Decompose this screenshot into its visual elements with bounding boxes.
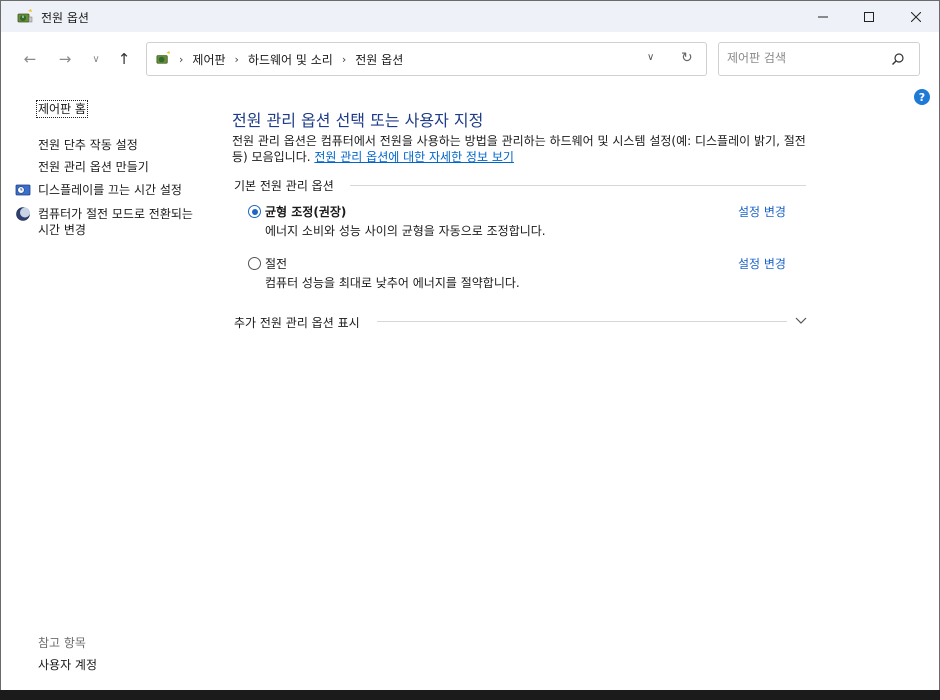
close-button[interactable] xyxy=(893,1,939,32)
change-settings-link-balanced[interactable]: 설정 변경 xyxy=(738,203,786,220)
power-options-icon xyxy=(156,50,171,64)
page-description: 전원 관리 옵션은 컴퓨터에서 전원을 사용하는 방법을 관리하는 하드웨어 및… xyxy=(232,133,812,165)
plan-desc-balanced: 에너지 소비와 성능 사이의 균형을 자동으로 조정합니다. xyxy=(265,224,546,238)
breadcrumb-hardware-sound[interactable]: 하드웨어 및 소리 xyxy=(248,51,333,68)
up-arrow-icon[interactable]: ↑ xyxy=(114,49,134,69)
back-arrow-icon[interactable]: ← xyxy=(20,49,40,69)
plan-name-power-saver[interactable]: 절전 xyxy=(265,255,287,272)
divider xyxy=(350,185,806,186)
group-label: 기본 전원 관리 옵션 xyxy=(234,179,334,193)
divider xyxy=(377,321,787,322)
window: 전원 옵션 ← → ∨ ↑ › 제어판 › 하드웨어 및 소리 › 전원 옵션 … xyxy=(0,0,940,700)
recent-chevron-icon[interactable]: ∨ xyxy=(86,49,106,69)
search-icon[interactable] xyxy=(891,52,905,66)
refresh-icon[interactable]: ↻ xyxy=(681,50,693,66)
create-power-plan-link[interactable]: 전원 관리 옵션 만들기 xyxy=(38,159,149,175)
see-also-title: 참고 항목 xyxy=(38,636,86,650)
plan-radio-power-saver[interactable] xyxy=(248,257,261,270)
breadcrumb-separator: › xyxy=(179,53,184,66)
close-icon xyxy=(911,11,921,22)
show-additional-plans-label[interactable]: 추가 전원 관리 옵션 표시 xyxy=(234,314,360,331)
search-input[interactable] xyxy=(727,50,877,66)
title-bar: 전원 옵션 xyxy=(1,1,939,32)
chevron-down-icon[interactable] xyxy=(794,313,808,327)
window-title: 전원 옵션 xyxy=(41,11,89,25)
help-icon[interactable]: ? xyxy=(914,89,930,105)
address-bar[interactable]: › 제어판 › 하드웨어 및 소리 › 전원 옵션 ∨ ↻ xyxy=(146,42,707,76)
display-clock-icon xyxy=(15,184,31,196)
sleep-time-link[interactable]: 컴퓨터가 절전 모드로 전환되는 시간 변경 xyxy=(38,206,203,238)
moon-sleep-icon xyxy=(16,207,30,221)
search-box[interactable] xyxy=(718,42,920,76)
change-settings-link-power-saver[interactable]: 설정 변경 xyxy=(738,255,786,272)
page-title: 전원 관리 옵션 선택 또는 사용자 지정 xyxy=(232,111,484,130)
breadcrumb-separator[interactable]: › xyxy=(235,53,239,66)
control-panel-home-link[interactable]: 제어판 홈 xyxy=(36,100,88,118)
maximize-button[interactable] xyxy=(846,1,892,32)
breadcrumb: › 제어판 › 하드웨어 및 소리 › 전원 옵션 xyxy=(179,51,403,68)
dropdown-chevron-icon[interactable]: ∨ xyxy=(647,52,654,63)
maximize-icon xyxy=(864,11,874,22)
breadcrumb-separator[interactable]: › xyxy=(342,53,346,66)
taskbar-edge xyxy=(0,690,940,700)
forward-arrow-icon[interactable]: → xyxy=(55,49,75,69)
plan-desc-power-saver: 컴퓨터 성능을 최대로 낮추어 에너지를 절약합니다. xyxy=(265,276,520,290)
minimize-button[interactable] xyxy=(800,1,846,32)
breadcrumb-control-panel[interactable]: 제어판 xyxy=(192,51,225,68)
plan-radio-balanced[interactable] xyxy=(248,205,261,218)
more-info-link[interactable]: 전원 관리 옵션에 대한 자세한 정보 보기 xyxy=(314,150,514,164)
minimize-icon xyxy=(818,16,828,17)
power-options-icon xyxy=(17,9,33,23)
display-off-time-link[interactable]: 디스플레이를 끄는 시간 설정 xyxy=(38,182,182,198)
power-button-settings-link[interactable]: 전원 단추 작동 설정 xyxy=(38,137,138,153)
plan-name-balanced[interactable]: 균형 조정(권장) xyxy=(265,203,346,220)
user-accounts-link[interactable]: 사용자 계정 xyxy=(38,657,97,673)
breadcrumb-power-options[interactable]: 전원 옵션 xyxy=(355,51,403,68)
